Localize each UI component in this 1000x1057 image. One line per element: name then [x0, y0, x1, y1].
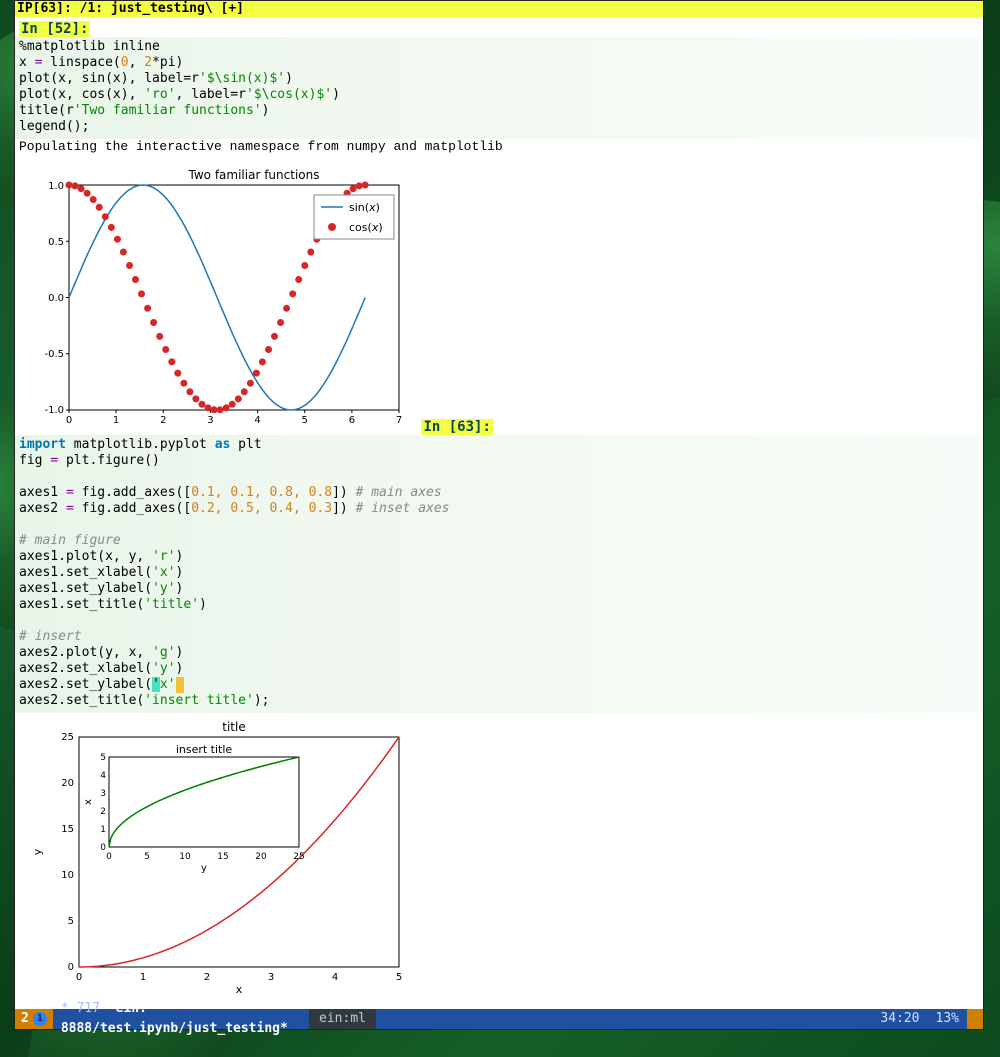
cell-prompt-63: In [63]:	[421, 419, 492, 435]
chart2-inset-ylabel: x	[83, 799, 94, 805]
svg-text:4: 4	[100, 771, 106, 781]
svg-text:10: 10	[179, 852, 191, 862]
major-mode: ein:ml	[309, 1009, 376, 1029]
chart2-ylabel: y	[31, 848, 44, 855]
svg-text:2: 2	[160, 415, 166, 425]
cursor-caret	[176, 677, 184, 693]
status-line-number: 717	[76, 1001, 99, 1016]
svg-text:0: 0	[68, 962, 74, 973]
svg-text:10: 10	[61, 870, 74, 881]
svg-text:2: 2	[204, 972, 210, 983]
cursor-position: 34:20	[872, 1009, 927, 1029]
svg-text:25: 25	[293, 852, 304, 862]
svg-text:0.0: 0.0	[48, 293, 64, 304]
svg-text:0: 0	[106, 852, 112, 862]
status-center: * 717 *ein: 8888/test.ipynb/just_testing…	[53, 999, 309, 1039]
text-cursor: '	[152, 677, 160, 692]
emacs-window: IP[63]: /1: just_testing\ [+] In [52]: %…	[14, 0, 984, 1030]
svg-text:6: 6	[349, 415, 355, 425]
status-end-cap	[967, 1009, 983, 1029]
chart1-title: Two familiar functions	[188, 168, 320, 182]
scroll-percent: 13%	[928, 1009, 967, 1029]
svg-text:5: 5	[100, 753, 106, 763]
svg-text:20: 20	[255, 852, 267, 862]
svg-text:5: 5	[68, 916, 74, 927]
svg-text:5: 5	[144, 852, 150, 862]
chart-title-inset: title 0 5 10 15 20 25 0 1 2 3 4 5	[19, 717, 409, 997]
chart-two-familiar-functions: Two familiar functions -1.0 -0.5 0.0 0.5…	[19, 165, 409, 425]
chart1-legend-cos: cos(x)	[349, 221, 383, 234]
svg-text:25: 25	[61, 732, 74, 743]
chart1-legend-sin: sin(x)	[349, 201, 380, 214]
code-cell-63[interactable]: import matplotlib.pyplot as plt fig = pl…	[15, 435, 983, 713]
svg-text:-0.5: -0.5	[44, 349, 64, 360]
svg-text:0.5: 0.5	[48, 237, 64, 248]
magic-line: %matplotlib inline	[19, 39, 160, 54]
chart2-inset-title: insert title	[176, 743, 233, 756]
svg-text:1: 1	[100, 825, 106, 835]
svg-text:0: 0	[76, 972, 82, 983]
chart2-title: title	[222, 720, 245, 734]
svg-text:4: 4	[254, 415, 260, 425]
window-titlebar: IP[63]: /1: just_testing\ [+]	[15, 1, 983, 17]
cell-52-stdout: Populating the interactive namespace fro…	[15, 139, 983, 161]
svg-text:2: 2	[100, 807, 106, 817]
workspace-number: 2	[21, 1009, 29, 1029]
svg-text:1: 1	[113, 415, 119, 425]
cell-prompt-52: In [52]:	[19, 21, 90, 37]
svg-text:0: 0	[66, 415, 72, 425]
svg-text:7: 7	[396, 415, 402, 425]
svg-text:4: 4	[332, 972, 338, 983]
chart2-xlabel: x	[236, 983, 243, 996]
window-number-icon: 1	[33, 1012, 47, 1026]
status-segment-workspace[interactable]: 2 1	[15, 1009, 53, 1029]
chart2-inset-xlabel: y	[201, 863, 207, 874]
svg-text:15: 15	[61, 824, 74, 835]
svg-text:-1.0: -1.0	[44, 405, 64, 416]
svg-text:3: 3	[207, 415, 213, 425]
svg-text:1.0: 1.0	[48, 181, 64, 192]
svg-text:20: 20	[61, 778, 74, 789]
code-cell-52[interactable]: %matplotlib inline x = linspace(0, 2*pi)…	[15, 37, 983, 139]
modified-indicator: *	[61, 1001, 69, 1016]
desktop-background: IP[63]: /1: just_testing\ [+] In [52]: %…	[0, 0, 1000, 1057]
svg-text:5: 5	[396, 972, 402, 983]
svg-text:5: 5	[302, 415, 308, 425]
notebook-content[interactable]: In [52]: %matplotlib inline x = linspace…	[15, 17, 983, 1009]
svg-text:3: 3	[268, 972, 274, 983]
modeline-statusbar: 2 1 * 717 *ein: 8888/test.ipynb/just_tes…	[15, 1009, 983, 1029]
svg-text:1: 1	[140, 972, 146, 983]
svg-text:15: 15	[217, 852, 228, 862]
svg-text:3: 3	[100, 789, 106, 799]
